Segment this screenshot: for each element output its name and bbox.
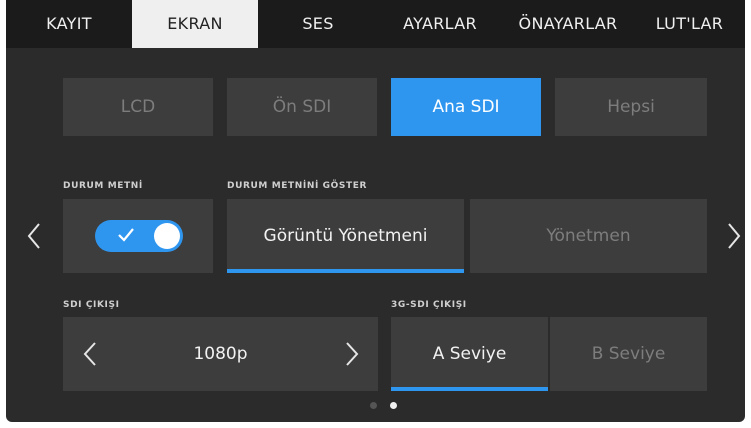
selected-indicator	[227, 269, 464, 273]
chevron-left-icon[interactable]	[26, 222, 42, 250]
selected-indicator	[391, 387, 548, 391]
option-director[interactable]: Yönetmen	[470, 199, 707, 273]
tab-kayit[interactable]: KAYIT	[6, 0, 132, 48]
camera-settings-screen: KAYIT EKRAN SES AYARLAR ÖNAYARLAR LUT'LA…	[6, 0, 745, 422]
tab-ses[interactable]: SES	[258, 0, 378, 48]
show-status-text-label: DURUM METNİNİ GÖSTER	[227, 181, 367, 191]
output-main-sdi-button[interactable]: Ana SDI	[391, 78, 541, 136]
chevron-left-icon[interactable]	[83, 341, 97, 367]
checkmark-icon	[118, 228, 134, 242]
option-label: A Seviye	[432, 344, 507, 364]
sdi-output-selector: 1080p	[63, 317, 378, 391]
page-dot-1[interactable]	[370, 402, 377, 409]
option-director-of-photography[interactable]: Görüntü Yönetmeni	[227, 199, 464, 273]
tab-ekran[interactable]: EKRAN	[132, 0, 258, 48]
output-all-button[interactable]: Hepsi	[555, 78, 707, 136]
tab-ayarlar[interactable]: AYARLAR	[378, 0, 502, 48]
sdi-output-label: SDI ÇIKIŞI	[63, 300, 120, 310]
settings-tab-bar: KAYIT EKRAN SES AYARLAR ÖNAYARLAR LUT'LA…	[6, 0, 745, 48]
sdi-output-value: 1080p	[193, 344, 248, 364]
toggle-knob	[154, 223, 180, 249]
page-dot-2[interactable]	[390, 402, 397, 409]
tab-luts[interactable]: LUT'LAR	[634, 0, 745, 48]
output-lcd-button[interactable]: LCD	[63, 78, 213, 136]
chevron-right-icon[interactable]	[726, 222, 742, 250]
option-label: Görüntü Yönetmeni	[263, 226, 428, 246]
tab-onayarlar[interactable]: ÖNAYARLAR	[502, 0, 634, 48]
3g-sdi-output-label: 3G-SDI ÇIKIŞI	[391, 300, 467, 310]
status-text-toggle[interactable]	[95, 220, 183, 252]
option-level-b[interactable]: B Seviye	[550, 317, 707, 391]
chevron-right-icon[interactable]	[345, 341, 359, 367]
status-text-label: DURUM METNİ	[63, 181, 143, 191]
option-level-a[interactable]: A Seviye	[391, 317, 548, 391]
status-text-toggle-tile	[63, 199, 213, 273]
output-front-sdi-button[interactable]: Ön SDI	[227, 78, 377, 136]
